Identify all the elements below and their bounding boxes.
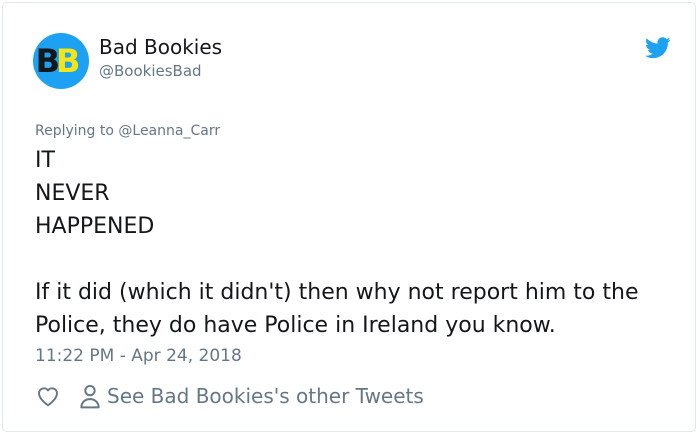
replying-to: Replying to @Leanna_Carr [35,123,220,139]
tweet-text: IT NEVER HAPPENED If it did (which it di… [35,144,675,342]
tweet-card: B B Bad Bookies @BookiesBad Replying to … [2,2,696,432]
heart-icon[interactable] [35,383,61,409]
author-name[interactable]: Bad Bookies [99,35,222,59]
see-other-tweets-link[interactable]: See Bad Bookies's other Tweets [107,384,424,408]
replying-to-handle-link[interactable]: @Leanna_Carr [118,123,220,139]
tweet-actions: See Bad Bookies's other Tweets [35,381,424,411]
author-handle[interactable]: @BookiesBad [99,62,202,80]
tweet-line-3: HAPPENED [35,214,155,239]
tweet-line-2: NEVER [35,181,110,206]
tweet-line-1: IT [35,148,55,173]
avatar[interactable]: B B [33,33,89,89]
avatar-letter-black: B [35,42,61,80]
person-icon[interactable] [79,383,101,409]
avatar-letter-yellow: B [56,42,81,80]
twitter-bird-icon[interactable] [645,37,671,59]
tweet-paragraph: If it did (which it didn't) then why not… [35,280,639,338]
tweet-timestamp[interactable]: 11:22 PM - Apr 24, 2018 [35,346,242,366]
replying-prefix: Replying to [35,123,114,139]
